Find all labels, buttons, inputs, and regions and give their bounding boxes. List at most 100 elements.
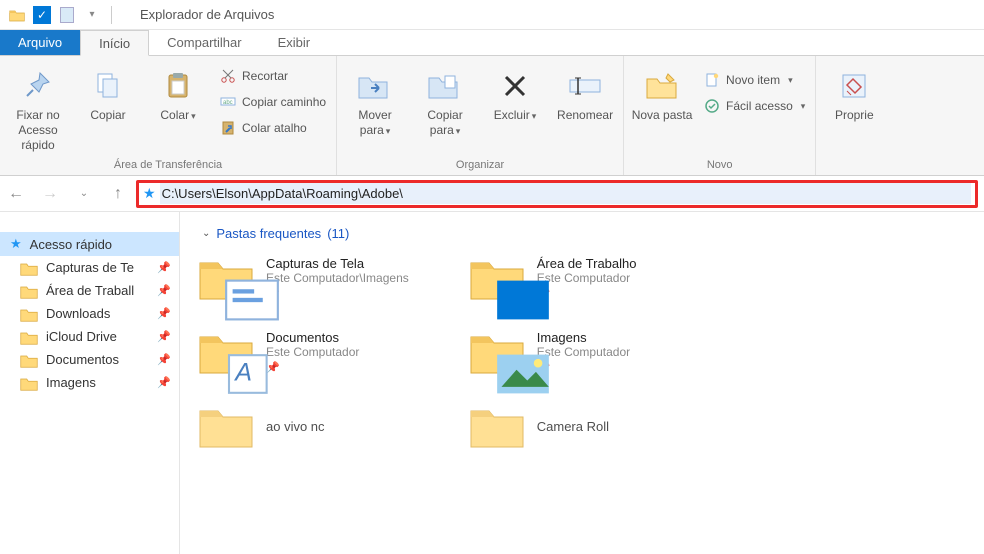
recent-dropdown[interactable]: ⌄: [74, 184, 94, 204]
forward-button[interactable]: →: [40, 184, 60, 204]
pin-quick-access-button[interactable]: Fixar no Acesso rápido: [4, 64, 72, 157]
pin-icon: 📌: [157, 261, 171, 274]
paste-shortcut-icon: [220, 120, 236, 136]
folder-icon: [20, 353, 38, 367]
properties-icon: [834, 68, 874, 104]
move-to-label: Mover para▾: [343, 108, 407, 138]
move-to-button[interactable]: Mover para▾: [341, 64, 409, 142]
folder-item-desktop[interactable]: Área de Trabalho Este Computador 📌: [469, 255, 637, 301]
item-subtitle: Este Computador: [537, 345, 630, 359]
new-item-button[interactable]: Novo item▾: [702, 70, 807, 90]
svg-text:A: A: [233, 358, 252, 386]
new-folder-icon: [642, 68, 682, 104]
title-bar: ✓ ▾ Explorador de Arquivos: [0, 0, 984, 30]
content-pane: ⌄ Pastas frequentes (11) Capturas de Tel…: [180, 212, 984, 554]
new-folder-button[interactable]: Nova pasta: [628, 64, 696, 127]
new-item-label: Novo item: [726, 73, 780, 87]
delete-label: Excluir▾: [494, 108, 537, 123]
folder-icon: [20, 307, 38, 321]
folder-icon: [20, 330, 38, 344]
folder-item-documentos[interactable]: A Documentos Este Computador 📌: [198, 329, 409, 375]
easy-access-label: Fácil acesso: [726, 99, 793, 113]
copy-path-icon: abc: [220, 94, 236, 110]
pin-icon: 📌: [266, 287, 409, 300]
sidebar-item-label: Downloads: [46, 306, 110, 321]
sidebar-item-label: Área de Traball: [46, 283, 134, 298]
easy-access-icon: [704, 98, 720, 114]
folder-icon: [469, 403, 525, 449]
nav-buttons: ← → ⌄ ↑: [6, 184, 128, 204]
paste-button[interactable]: Colar▾: [144, 64, 212, 127]
new-item-icon: [704, 72, 720, 88]
item-title: Capturas de Tela: [266, 256, 409, 271]
qat-dropdown-icon[interactable]: ▾: [81, 4, 103, 26]
ribbon-group-clipboard: Fixar no Acesso rápido Copiar Colar▾ Rec…: [0, 56, 337, 175]
pin-icon: 📌: [157, 307, 171, 320]
navigation-row: ← → ⌄ ↑ ★: [0, 176, 984, 212]
rename-button[interactable]: Renomear: [551, 64, 619, 127]
sidebar-item-icloud[interactable]: iCloud Drive📌: [0, 325, 179, 348]
move-to-icon: [355, 68, 395, 104]
sidebar-item-capturas[interactable]: Capturas de Te 📌: [0, 256, 179, 279]
navigation-pane: ★ Acesso rápido Capturas de Te 📌 Área de …: [0, 212, 180, 554]
sidebar-quick-access[interactable]: ★ Acesso rápido: [0, 232, 179, 256]
copy-button[interactable]: Copiar: [74, 64, 142, 127]
copy-to-button[interactable]: Copiar para▾: [411, 64, 479, 142]
cut-button[interactable]: Recortar: [218, 66, 328, 86]
qat-properties-checkbox[interactable]: ✓: [31, 4, 53, 26]
sidebar-item-documents[interactable]: Documentos📌: [0, 348, 179, 371]
tab-home[interactable]: Início: [80, 30, 149, 56]
copy-to-label: Copiar para▾: [413, 108, 477, 138]
folder-item-cameraroll[interactable]: Camera Roll: [469, 403, 637, 449]
qat-document-icon[interactable]: [56, 4, 78, 26]
folder-item-aovivo[interactable]: ao vivo nc: [198, 403, 409, 449]
delete-button[interactable]: Excluir▾: [481, 64, 549, 127]
tab-file[interactable]: Arquivo: [0, 30, 80, 55]
sidebar-item-downloads[interactable]: Downloads 📌: [0, 302, 179, 325]
svg-text:abc: abc: [223, 100, 233, 106]
item-title: Camera Roll: [537, 419, 609, 434]
ribbon: Fixar no Acesso rápido Copiar Colar▾ Rec…: [0, 56, 984, 176]
item-subtitle: Este Computador: [266, 345, 359, 359]
pin-icon: 📌: [157, 284, 171, 297]
sidebar-item-label: Imagens: [46, 375, 96, 390]
pin-icon: [18, 68, 58, 104]
copy-to-icon: [425, 68, 465, 104]
rename-icon: [565, 68, 605, 104]
folder-grid: Capturas de Tela Este Computador\Imagens…: [198, 255, 966, 449]
pin-icon: 📌: [157, 330, 171, 343]
sidebar-item-label: Capturas de Te: [46, 260, 134, 275]
copy-path-label: Copiar caminho: [242, 95, 326, 109]
qat-folder-icon[interactable]: [6, 4, 28, 26]
folder-item-capturas[interactable]: Capturas de Tela Este Computador\Imagens…: [198, 255, 409, 301]
sidebar-item-images[interactable]: Imagens 📌: [0, 371, 179, 394]
sidebar-item-desktop[interactable]: Área de Traball 📌: [0, 279, 179, 302]
easy-access-button[interactable]: Fácil acesso▾: [702, 96, 807, 116]
properties-button[interactable]: Proprie: [820, 64, 888, 127]
folder-icon: A: [198, 329, 254, 375]
section-label: Pastas frequentes: [216, 226, 321, 241]
main-area: ★ Acesso rápido Capturas de Te 📌 Área de …: [0, 212, 984, 554]
item-subtitle: Este Computador\Imagens: [266, 271, 409, 285]
pin-icon: 📌: [157, 376, 171, 389]
address-bar[interactable]: ★: [136, 180, 978, 208]
back-button[interactable]: ←: [6, 184, 26, 204]
clipboard-group-label: Área de Transferência: [4, 157, 332, 173]
folder-item-imagens[interactable]: Imagens Este Computador 📌: [469, 329, 637, 375]
tab-share[interactable]: Compartilhar: [149, 30, 259, 55]
copy-path-button[interactable]: abc Copiar caminho: [218, 92, 328, 112]
organize-group-label: Organizar: [341, 157, 619, 173]
paste-shortcut-button[interactable]: Colar atalho: [218, 118, 328, 138]
pin-icon: 📌: [537, 361, 630, 374]
paste-shortcut-label: Colar atalho: [242, 121, 307, 135]
up-button[interactable]: ↑: [108, 184, 128, 204]
item-title: Área de Trabalho: [537, 256, 637, 271]
paste-label: Colar▾: [160, 108, 195, 123]
folder-icon: [198, 255, 254, 301]
star-icon: ★: [143, 185, 156, 202]
folder-icon: [198, 403, 254, 449]
folder-icon: [469, 255, 525, 301]
frequent-folders-header[interactable]: ⌄ Pastas frequentes (11): [202, 226, 966, 241]
address-input[interactable]: [160, 183, 971, 204]
tab-view[interactable]: Exibir: [260, 30, 329, 55]
